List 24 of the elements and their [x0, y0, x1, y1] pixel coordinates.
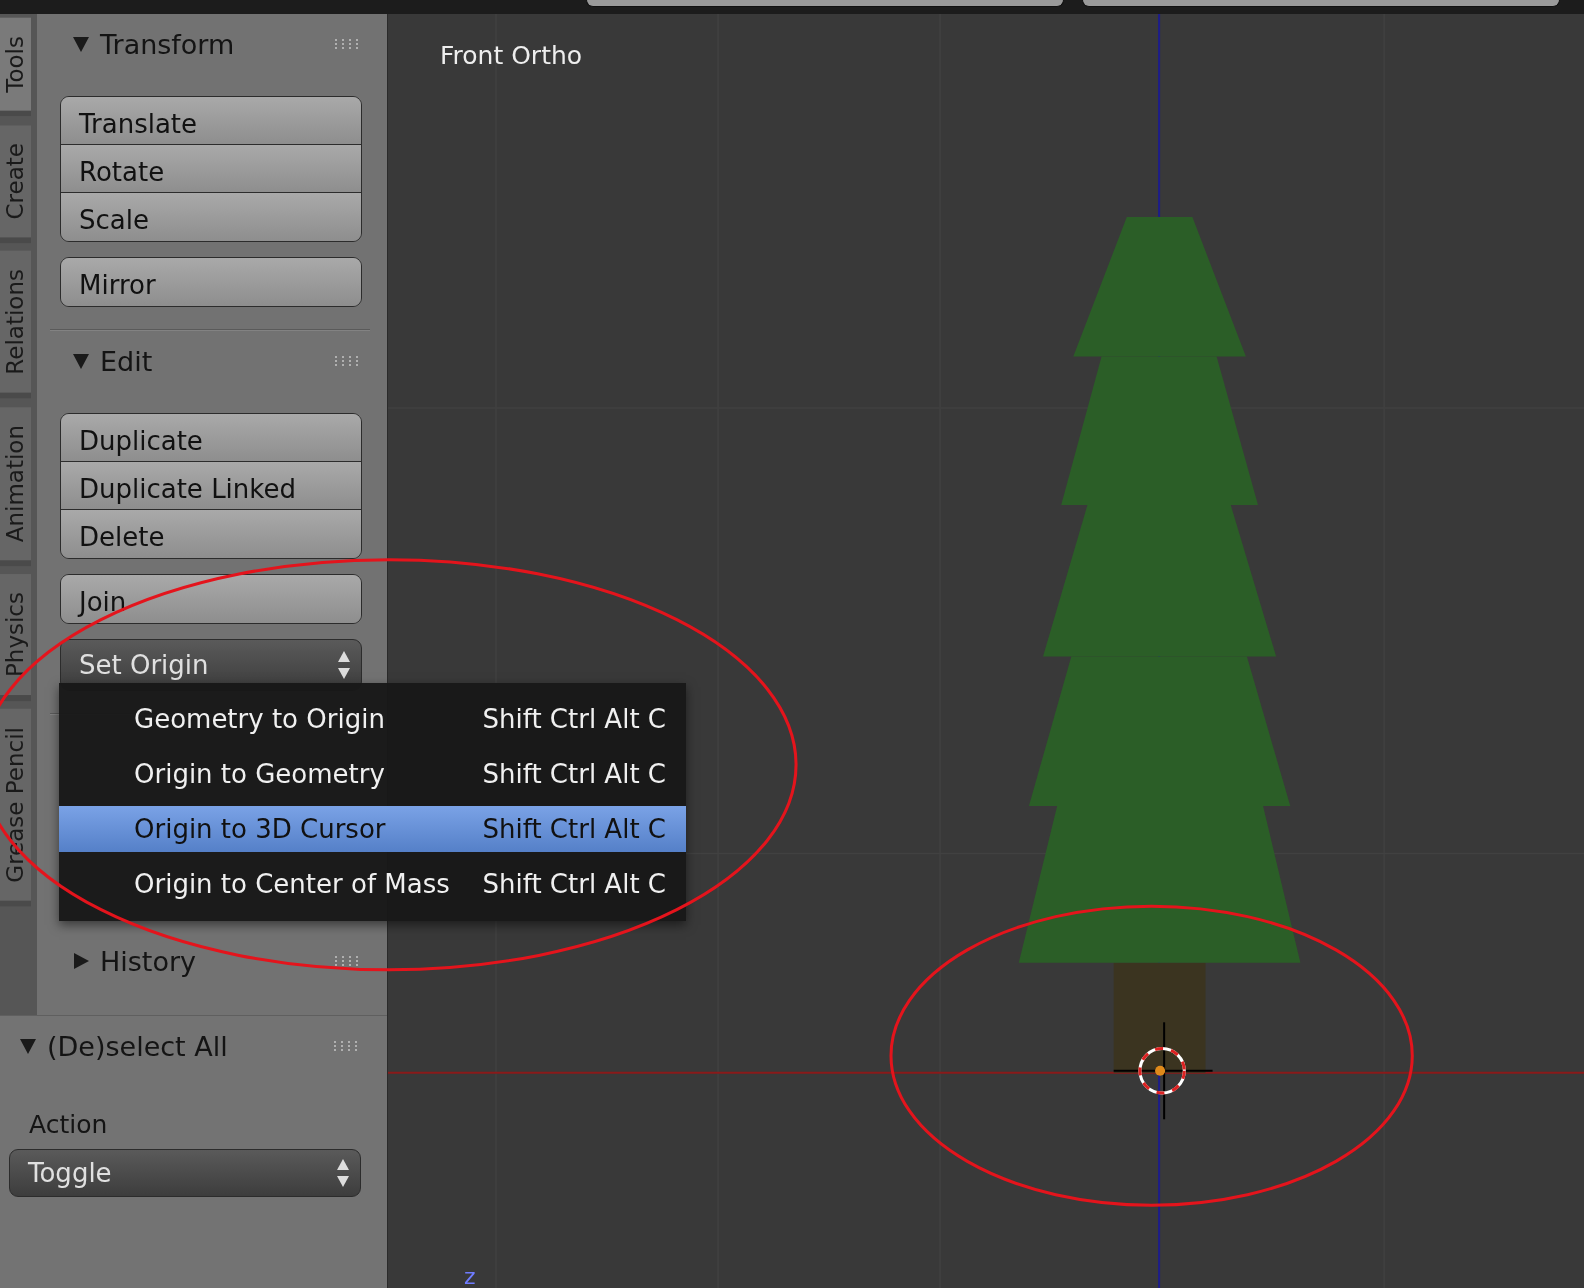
- panel-title[interactable]: (De)select All: [47, 1030, 228, 1062]
- tool-button[interactable]: Duplicate Linked: [61, 462, 361, 510]
- panel-title[interactable]: Edit: [100, 345, 153, 377]
- collapse-triangle-icon[interactable]: [72, 35, 90, 53]
- up-down-arrows-icon: [336, 1158, 350, 1188]
- tool-button[interactable]: Delete: [61, 510, 361, 558]
- expand-triangle-icon[interactable]: [72, 952, 90, 970]
- side-tab[interactable]: Tools: [0, 18, 31, 117]
- view-name: Front Ortho: [440, 41, 583, 70]
- dropdown[interactable]: Toggle: [9, 1149, 361, 1197]
- field-label: Action: [29, 1110, 109, 1139]
- collapse-triangle-icon[interactable]: [72, 352, 90, 370]
- tool-button[interactable]: Join: [61, 575, 361, 623]
- tool-button[interactable]: Translate: [61, 97, 361, 145]
- axis-label: z: [464, 1266, 476, 1288]
- menu-item[interactable]: Origin to 3D Cursor Shift Ctrl Alt C: [59, 806, 686, 852]
- up-down-arrows-icon: [337, 650, 351, 680]
- tool-button[interactable]: Rotate: [61, 145, 361, 193]
- panel-title[interactable]: Transform: [100, 28, 235, 60]
- tool-button[interactable]: Scale: [61, 193, 361, 241]
- collapse-triangle-icon[interactable]: [19, 1037, 37, 1055]
- tool-button[interactable]: Mirror: [61, 258, 361, 306]
- tool-button[interactable]: Duplicate: [61, 414, 361, 462]
- panel-title[interactable]: History: [100, 945, 197, 977]
